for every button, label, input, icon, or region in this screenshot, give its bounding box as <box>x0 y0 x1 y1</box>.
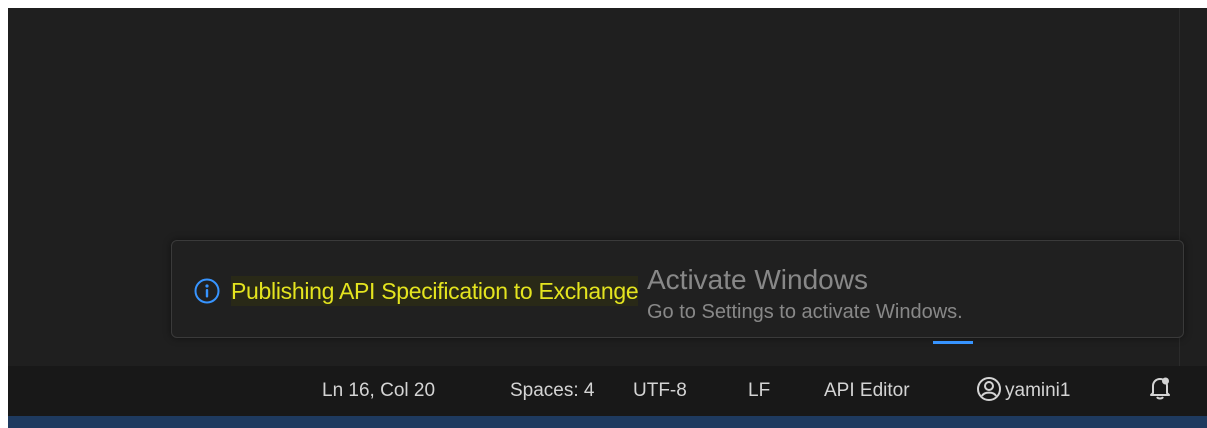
indentation-setting[interactable]: Spaces: 4 <box>510 379 595 403</box>
account-name[interactable]: yamini1 <box>1005 379 1070 403</box>
progress-indicator <box>933 341 973 344</box>
line-ending-setting[interactable]: LF <box>748 379 770 403</box>
taskbar-strip <box>8 416 1207 428</box>
watermark-subtitle: Go to Settings to activate Windows. <box>647 301 963 323</box>
status-bar: Ln 16, Col 20 Spaces: 4 UTF-8 LF API Edi… <box>8 366 1207 416</box>
info-icon <box>194 278 220 304</box>
language-mode[interactable]: API Editor <box>824 379 910 403</box>
editor-area[interactable]: Publishing API Specification to Exchange… <box>8 8 1207 366</box>
watermark-title: Activate Windows <box>647 264 868 295</box>
activate-windows-watermark: Activate Windows Go to Settings to activ… <box>647 263 963 327</box>
cursor-position[interactable]: Ln 16, Col 20 <box>322 379 435 403</box>
notification-message: Publishing API Specification to Exchange <box>231 276 639 306</box>
bell-icon[interactable] <box>1149 376 1171 400</box>
encoding-setting[interactable]: UTF-8 <box>633 379 687 403</box>
notification-toast[interactable]: Publishing API Specification to Exchange… <box>171 240 1184 338</box>
account-icon[interactable] <box>976 376 1002 402</box>
